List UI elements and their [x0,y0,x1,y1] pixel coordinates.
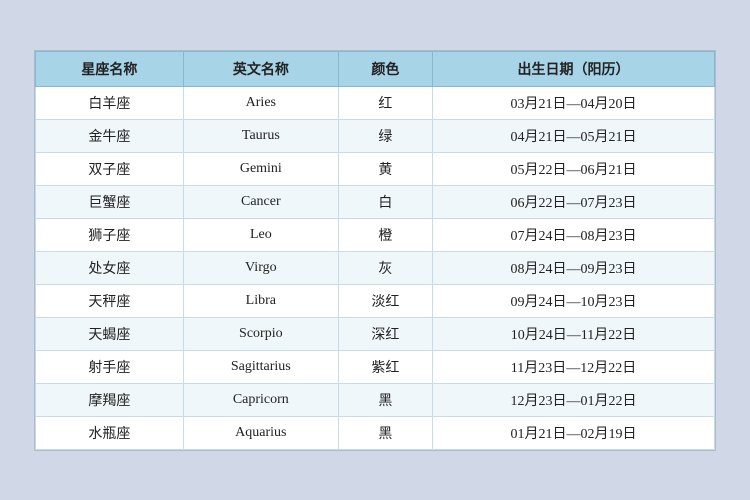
table-cell: 狮子座 [36,218,184,251]
table-cell: 04月21日—05月21日 [432,119,714,152]
table-cell: 03月21日—04月20日 [432,86,714,119]
table-cell: 黄 [338,152,432,185]
table-cell: Aries [183,86,338,119]
table-cell: 深红 [338,317,432,350]
table-cell: Taurus [183,119,338,152]
table-cell: 紫红 [338,350,432,383]
table-row: 射手座Sagittarius紫红11月23日—12月22日 [36,350,715,383]
table-cell: 双子座 [36,152,184,185]
table-cell: 12月23日—01月22日 [432,383,714,416]
table-row: 天蝎座Scorpio深红10月24日—11月22日 [36,317,715,350]
table-cell: 水瓶座 [36,416,184,449]
table-cell: 08月24日—09月23日 [432,251,714,284]
table-cell: Scorpio [183,317,338,350]
table-cell: 白 [338,185,432,218]
table-cell: 06月22日—07月23日 [432,185,714,218]
table-cell: 05月22日—06月21日 [432,152,714,185]
table-header-row: 星座名称英文名称颜色出生日期（阳历） [36,51,715,86]
table-row: 巨蟹座Cancer白06月22日—07月23日 [36,185,715,218]
table-row: 处女座Virgo灰08月24日—09月23日 [36,251,715,284]
table-header-cell: 星座名称 [36,51,184,86]
table-cell: Gemini [183,152,338,185]
table-cell: Virgo [183,251,338,284]
table-row: 狮子座Leo橙07月24日—08月23日 [36,218,715,251]
table-header-cell: 颜色 [338,51,432,86]
table-cell: 巨蟹座 [36,185,184,218]
table-header-cell: 出生日期（阳历） [432,51,714,86]
table-cell: 橙 [338,218,432,251]
table-cell: 绿 [338,119,432,152]
table-cell: Aquarius [183,416,338,449]
table-cell: Sagittarius [183,350,338,383]
table-cell: 黑 [338,383,432,416]
table-cell: 天秤座 [36,284,184,317]
table-cell: 灰 [338,251,432,284]
table-cell: 淡红 [338,284,432,317]
table-cell: Cancer [183,185,338,218]
zodiac-table: 星座名称英文名称颜色出生日期（阳历） 白羊座Aries红03月21日—04月20… [35,51,715,450]
table-cell: 摩羯座 [36,383,184,416]
table-row: 水瓶座Aquarius黑01月21日—02月19日 [36,416,715,449]
table-cell: 天蝎座 [36,317,184,350]
zodiac-table-container: 星座名称英文名称颜色出生日期（阳历） 白羊座Aries红03月21日—04月20… [34,50,716,451]
table-cell: 07月24日—08月23日 [432,218,714,251]
table-cell: Leo [183,218,338,251]
table-row: 双子座Gemini黄05月22日—06月21日 [36,152,715,185]
table-cell: 射手座 [36,350,184,383]
table-cell: 红 [338,86,432,119]
table-cell: 金牛座 [36,119,184,152]
table-cell: 白羊座 [36,86,184,119]
table-cell: 11月23日—12月22日 [432,350,714,383]
table-cell: Libra [183,284,338,317]
table-row: 金牛座Taurus绿04月21日—05月21日 [36,119,715,152]
table-row: 天秤座Libra淡红09月24日—10月23日 [36,284,715,317]
table-cell: 10月24日—11月22日 [432,317,714,350]
table-body: 白羊座Aries红03月21日—04月20日金牛座Taurus绿04月21日—0… [36,86,715,449]
table-cell: 09月24日—10月23日 [432,284,714,317]
table-cell: 黑 [338,416,432,449]
table-cell: Capricorn [183,383,338,416]
table-header-cell: 英文名称 [183,51,338,86]
table-cell: 01月21日—02月19日 [432,416,714,449]
table-row: 白羊座Aries红03月21日—04月20日 [36,86,715,119]
table-row: 摩羯座Capricorn黑12月23日—01月22日 [36,383,715,416]
table-cell: 处女座 [36,251,184,284]
